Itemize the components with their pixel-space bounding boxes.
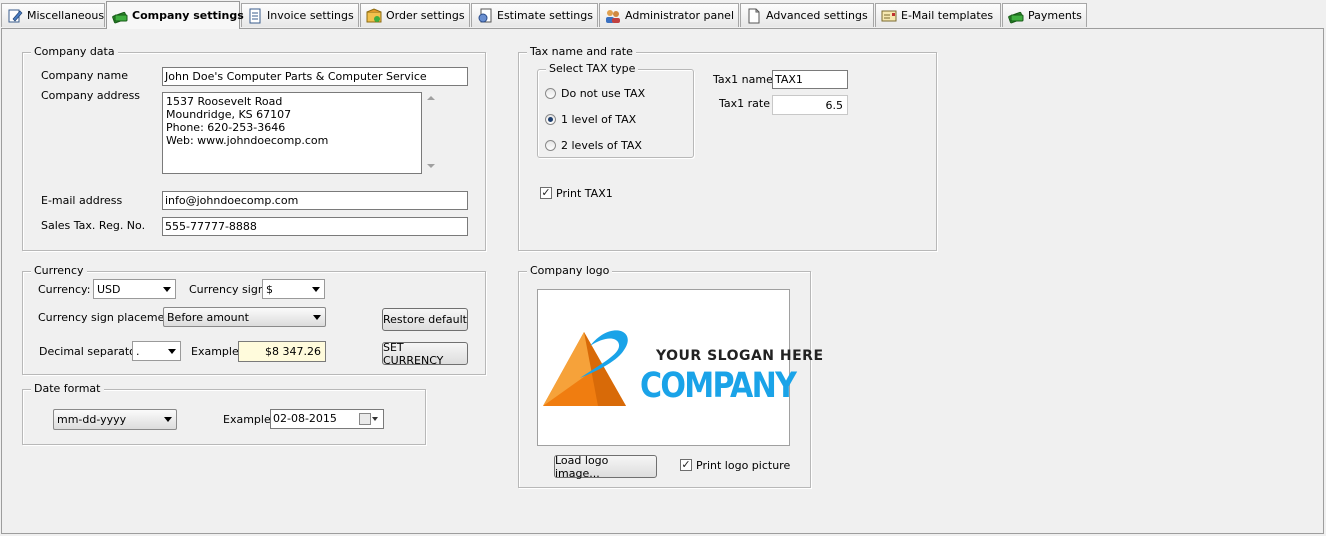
address-line: Moundridge, KS 67107 [166,108,292,121]
print-logo-label: Print logo picture [696,459,791,472]
chevron-down-icon [168,349,176,354]
address-line: Web: www.johndoecomp.com [166,134,329,147]
sign-placement-value: Before amount [167,311,249,324]
group-title: Tax name and rate [527,45,636,58]
currency-sign-select[interactable]: $ [262,279,325,299]
decimal-separator-select[interactable]: . [132,341,181,361]
print-tax1-checkbox[interactable]: ✓ [540,187,552,199]
currency-sign-label: Currency sign [189,283,265,296]
group-title: Date format [31,382,104,395]
restore-default-button[interactable]: Restore default [382,308,468,331]
company-address-field[interactable]: 1537 Roosevelt Road Moundridge, KS 67107… [162,92,422,174]
currency-select[interactable]: USD [93,279,176,299]
print-tax1-label: Print TAX1 [556,187,613,200]
chevron-down-icon [313,315,321,320]
money-icon [1008,8,1024,24]
chevron-down-icon [312,287,320,292]
tab-administrator-panel[interactable]: Administrator panel [599,3,739,27]
logo-slogan-text: YOUR SLOGAN HERE [656,348,824,364]
tab-invoice-settings[interactable]: Invoice settings [241,3,359,27]
calendar-icon[interactable] [359,413,371,425]
tax-option-label: 1 level of TAX [561,113,637,126]
tab-bar: Miscellaneous Company settings Invoice s… [0,0,1326,29]
decimal-separator-label: Decimal separator [39,345,141,358]
tab-label: Invoice settings [267,9,354,22]
print-logo-checkbox[interactable]: ✓ [680,459,692,471]
tab-estimate-settings[interactable]: Estimate settings [471,3,598,27]
currency-example-field: $8 347.26 [238,341,326,362]
users-icon [605,8,621,24]
email-icon [881,8,897,24]
estimate-icon [477,8,493,24]
sign-placement-select[interactable]: Before amount [163,307,326,327]
tab-label: E-Mail templates [901,9,994,22]
tax-option-one-level-radio[interactable] [545,114,556,125]
group-title: Select TAX type [546,62,639,75]
address-line: 1537 Roosevelt Road [166,95,283,108]
tax-option-two-levels-radio[interactable] [545,140,556,151]
sales-tax-reg-label: Sales Tax. Reg. No. [41,219,146,232]
tab-label: Administrator panel [625,9,735,22]
tab-order-settings[interactable]: Order settings [360,3,470,27]
tab-label: Miscellaneous [27,9,105,22]
tax-option-label: 2 levels of TAX [561,139,642,152]
date-example-label: Example: [223,413,275,426]
tax1-name-field[interactable]: TAX1 [772,70,848,89]
tax1-name-label: Tax1 name [713,73,773,86]
tab-label: Estimate settings [497,9,593,22]
sign-placement-label: Currency sign placement [38,311,176,324]
company-address-label: Company address [41,89,141,102]
tab-company-settings[interactable]: Company settings [106,1,244,29]
decimal-separator-value: . [136,345,140,358]
currency-label: Currency: [38,283,91,296]
tax1-rate-field[interactable]: 6.5 [772,95,848,115]
chevron-down-icon [164,417,172,422]
group-title: Currency [31,264,87,277]
logo-preview: YOUR SLOGAN HERE COMPANY [537,289,823,446]
set-currency-button[interactable]: SET CURRENCY [382,341,468,367]
tab-advanced-settings[interactable]: Advanced settings [740,3,874,27]
chevron-down-icon[interactable] [372,417,378,421]
chevron-down-icon [163,287,171,292]
invoice-icon [247,8,263,24]
scroll-up-arrow-icon[interactable] [427,96,435,100]
load-logo-button[interactable]: Load logo image... [554,454,657,480]
tab-label: Order settings [386,9,465,22]
company-name-label: Company name [41,69,129,82]
document-icon [746,8,762,24]
address-scrollbar[interactable] [424,92,438,174]
tab-label: Advanced settings [766,9,868,22]
date-example-field[interactable]: 02-08-2015 [270,409,384,429]
email-field[interactable]: info@johndoecomp.com [162,191,468,210]
date-format-value: mm-dd-yyyy [57,413,127,426]
currency-example-label: Example: [191,345,243,358]
date-example-value: 02-08-2015 [273,412,337,425]
scroll-down-arrow-icon[interactable] [427,164,435,168]
tax1-rate-label: Tax1 rate [719,97,770,110]
tab-email-templates[interactable]: E-Mail templates [875,3,1001,27]
currency-sign-value: $ [266,283,273,296]
tax-option-none-radio[interactable] [545,88,556,99]
tab-miscellaneous[interactable]: Miscellaneous [1,3,105,27]
currency-select-value: USD [97,283,121,296]
date-format-select[interactable]: mm-dd-yyyy [53,409,177,430]
tab-payments[interactable]: Payments [1002,3,1087,27]
logo-company-text: COMPANY [640,366,797,406]
address-line: Phone: 620-253-3646 [166,121,286,134]
tab-label: Payments [1028,9,1082,22]
tax-option-label: Do not use TAX [561,87,646,100]
edit-document-icon [7,8,23,24]
money-icon [112,8,128,24]
tab-label: Company settings [132,9,244,22]
company-name-field[interactable]: John Doe's Computer Parts & Computer Ser… [162,67,468,86]
sales-tax-reg-field[interactable]: 555-77777-8888 [162,217,468,236]
group-title: Company data [31,45,118,58]
order-icon [366,7,382,24]
email-label: E-mail address [41,194,123,207]
group-title: Company logo [527,264,613,277]
